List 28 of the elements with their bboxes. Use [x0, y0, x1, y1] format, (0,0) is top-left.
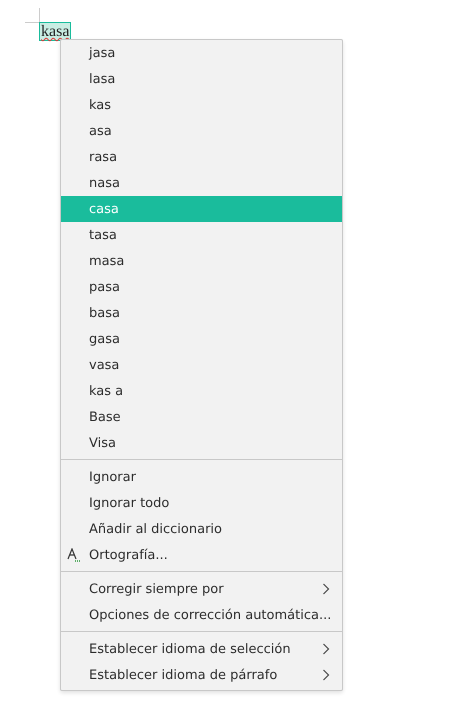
menu-item[interactable]: tasa [61, 222, 342, 248]
chevron-right-icon [322, 643, 330, 655]
menu-item[interactable]: Añadir al diccionario [61, 516, 342, 542]
menu-item[interactable]: kas a [61, 378, 342, 404]
menu-item[interactable]: gasa [61, 326, 342, 352]
menu-item[interactable]: Establecer idioma de selección [61, 636, 342, 662]
menu-item[interactable]: basa [61, 300, 342, 326]
menu-item[interactable]: nasa [61, 170, 342, 196]
spelling-icon [67, 548, 81, 562]
menu-item[interactable]: vasa [61, 352, 342, 378]
chevron-right-icon [322, 583, 330, 595]
menu-item[interactable]: Establecer idioma de párrafo [61, 662, 342, 688]
menu-item[interactable]: asa [61, 118, 342, 144]
menu-item[interactable]: Corregir siempre por [61, 576, 342, 602]
menu-item[interactable]: Base [61, 404, 342, 430]
menu-item[interactable]: Opciones de corrección automática... [61, 602, 342, 628]
menu-item[interactable]: kas [61, 92, 342, 118]
chevron-right-icon [322, 669, 330, 681]
menu-item[interactable]: Ignorar [61, 464, 342, 490]
menu-item[interactable]: Ignorar todo [61, 490, 342, 516]
menu-item[interactable]: Ortografía... [61, 542, 342, 568]
menu-item[interactable]: rasa [61, 144, 342, 170]
menu-item[interactable]: pasa [61, 274, 342, 300]
menu-item[interactable]: lasa [61, 66, 342, 92]
menu-item[interactable]: jasa [61, 40, 342, 66]
menu-item[interactable]: Visa [61, 430, 342, 456]
misspelled-word: kasa [39, 22, 72, 41]
menu-item[interactable]: masa [61, 248, 342, 274]
